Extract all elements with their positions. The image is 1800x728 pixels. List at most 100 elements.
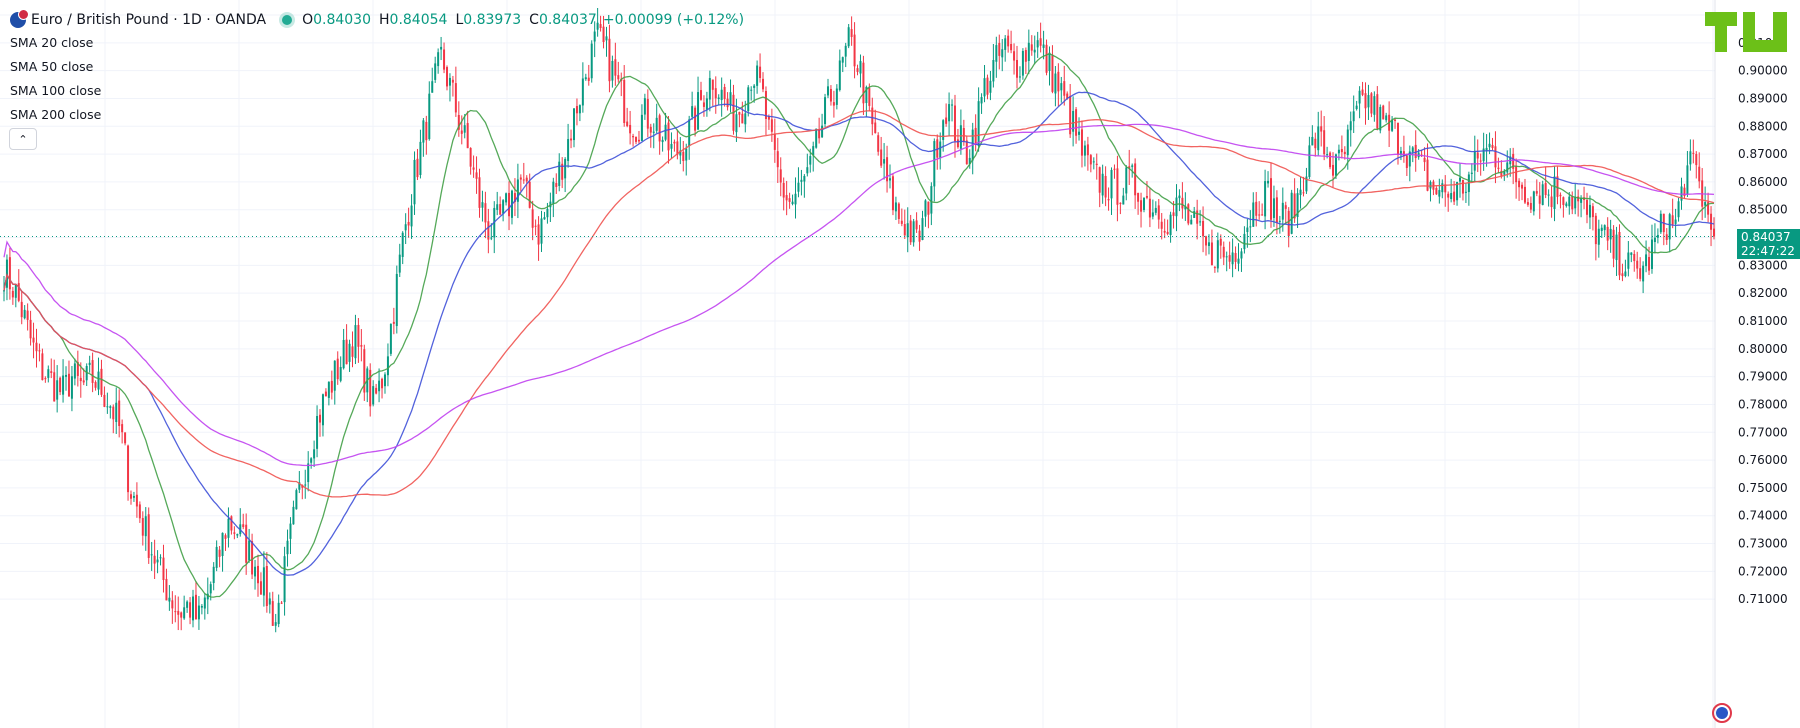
candle-body [912, 221, 915, 243]
candle-body [1382, 105, 1385, 120]
candle-body [413, 159, 416, 205]
candle-body [1453, 191, 1456, 202]
candle-body [962, 128, 965, 142]
candle-body [251, 541, 254, 575]
candle-body [1518, 180, 1521, 188]
candle-body [177, 610, 180, 615]
candle-body [986, 77, 989, 95]
candle-body [401, 232, 404, 257]
candle-body [1441, 183, 1444, 193]
candle-body [475, 172, 478, 179]
candle-body [1092, 161, 1095, 163]
candle-body [422, 120, 425, 143]
candle-body [1376, 94, 1379, 129]
indicator-sma50[interactable]: SMA 50 close [10, 59, 93, 74]
candle-body [702, 102, 705, 107]
candle-body [1642, 265, 1645, 282]
candle-body [1358, 90, 1361, 104]
candle-body [1196, 210, 1199, 224]
candle-body [1240, 251, 1243, 259]
candle-body [1293, 193, 1296, 219]
candle-body [1027, 42, 1030, 61]
candle-body [11, 290, 14, 298]
candle-body [658, 115, 661, 142]
candle-body [1001, 49, 1004, 58]
collapse-indicators-button[interactable]: ⌃ [9, 128, 37, 150]
candle-body [47, 369, 50, 378]
bar-countdown: 22:47:22 [1741, 243, 1795, 258]
candle-body [1612, 229, 1615, 259]
candle-body [1648, 256, 1651, 271]
indicator-sma20[interactable]: SMA 20 close [10, 35, 93, 50]
candle-body [1030, 44, 1033, 51]
chart-area[interactable]: 0.910000.900000.890000.880000.870000.860… [0, 0, 1800, 728]
candle-body [1603, 225, 1606, 231]
candle-body [496, 204, 499, 210]
candle-body [73, 363, 76, 379]
candle-body [262, 567, 265, 596]
candle-body [1349, 121, 1352, 131]
candle-body [245, 524, 248, 563]
price-axis-label: 0.77000 [1738, 425, 1788, 439]
price-axis-label: 0.81000 [1738, 314, 1788, 328]
candle-body [466, 123, 469, 149]
candle-body [856, 68, 859, 72]
chevron-up-icon: ⌃ [18, 132, 28, 146]
candle-body [124, 432, 127, 444]
candle-body [1045, 44, 1048, 73]
candle-body [965, 140, 968, 165]
candle-body [661, 139, 664, 143]
candle-body [1110, 169, 1113, 199]
candle-body [874, 122, 877, 134]
candle-body [1287, 210, 1290, 237]
candle-body [868, 88, 871, 106]
candle-body [770, 119, 773, 132]
snapshot-icon[interactable] [1712, 703, 1732, 723]
candle-body [1145, 195, 1148, 198]
candle-body [1116, 168, 1119, 205]
candle-body [1039, 38, 1042, 46]
price-axis-label: 0.87000 [1738, 147, 1788, 161]
candle-body [614, 59, 617, 76]
candle-body [1320, 126, 1323, 132]
candle-body [581, 78, 584, 106]
candle-body [91, 360, 94, 383]
indicator-sma200[interactable]: SMA 200 close [10, 107, 101, 122]
candle-body [1529, 202, 1532, 210]
candle-body [570, 138, 573, 141]
tradingview-logo[interactable] [1703, 10, 1789, 54]
candle-body [1261, 214, 1264, 216]
candle-body [699, 90, 702, 100]
symbol-title[interactable]: Euro / British Pound · 1D · OANDA [31, 12, 266, 28]
chart-canvas[interactable]: 0.910000.900000.890000.880000.870000.860… [0, 0, 1800, 728]
candle-body [1559, 194, 1562, 197]
candle-body [26, 310, 29, 320]
candle-body [197, 605, 200, 620]
candle-body [1278, 220, 1281, 222]
candle-body [32, 337, 35, 343]
candle-body [1435, 187, 1438, 195]
candle-body [327, 381, 330, 398]
candle-body [1364, 93, 1367, 109]
candle-body [67, 373, 70, 397]
candle-body [1535, 191, 1538, 194]
candle-body [1113, 168, 1116, 170]
candle-body [818, 129, 821, 139]
candle-body [785, 195, 788, 201]
indicator-sma100[interactable]: SMA 100 close [10, 83, 101, 98]
candle-body [1588, 204, 1591, 218]
candle-body [773, 134, 776, 150]
candle-body [1080, 129, 1083, 156]
candle-body [1713, 228, 1715, 237]
market-status-icon[interactable] [282, 15, 293, 25]
candle-body [930, 186, 933, 214]
candle-body [1234, 253, 1237, 262]
candle-body [1101, 173, 1104, 196]
candle-body [292, 506, 295, 525]
candle-body [1308, 145, 1311, 177]
candle-body [1013, 51, 1016, 61]
candle-body [115, 402, 118, 422]
candle-body [794, 193, 797, 205]
candle-body [1464, 191, 1467, 193]
candle-body [1591, 206, 1594, 218]
